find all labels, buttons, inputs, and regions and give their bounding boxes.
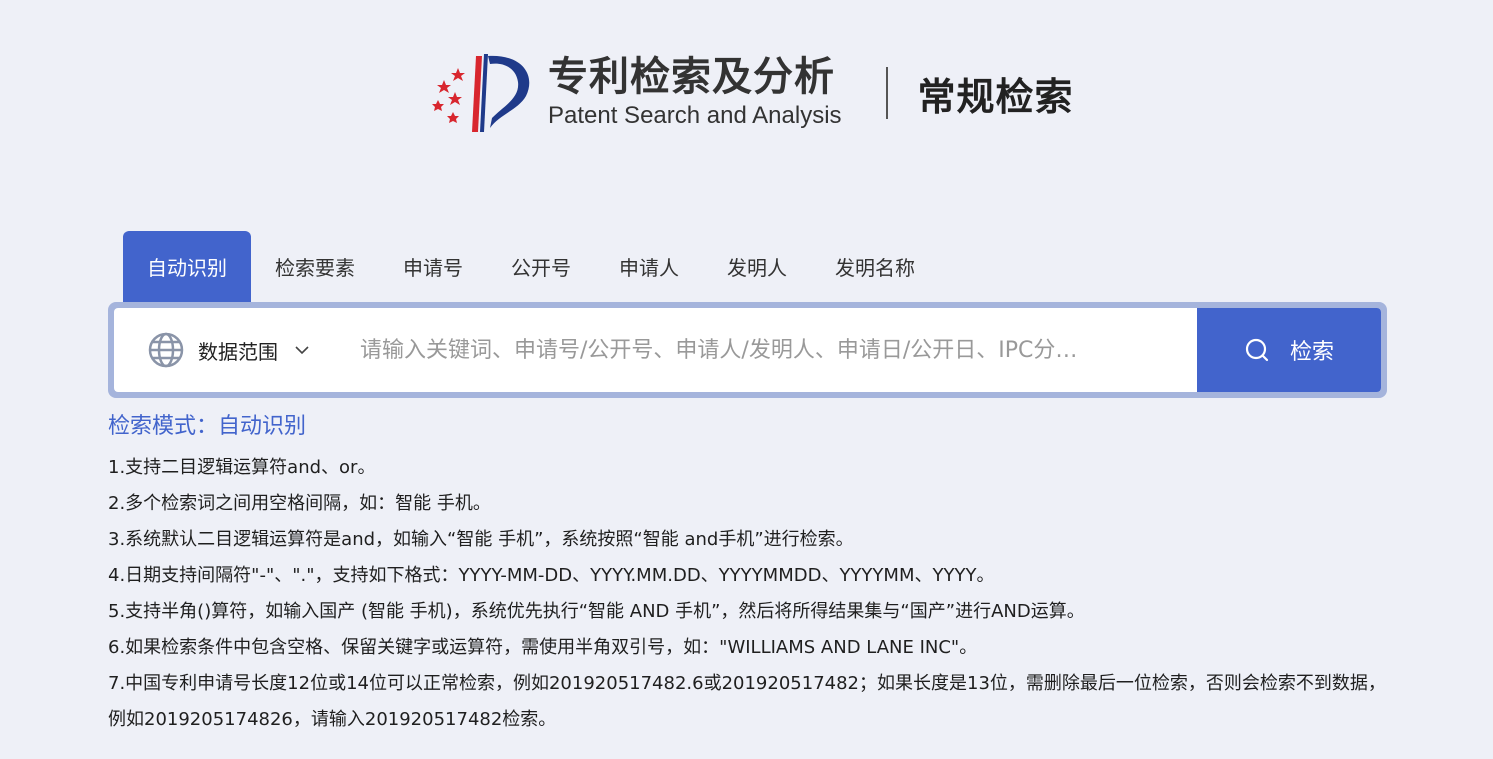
tab-applicant[interactable]: 申请人 <box>595 231 703 302</box>
tab-invention-title[interactable]: 发明名称 <box>811 231 939 302</box>
globe-icon <box>148 332 184 368</box>
help-item: 7.中国专利申请号长度12位或14位可以正常检索，例如201920517482.… <box>108 673 1386 730</box>
tab-application-number[interactable]: 申请号 <box>379 231 487 302</box>
patent-logo <box>428 48 534 138</box>
help-item: 1.支持二目逻辑运算符and、or。 <box>108 457 376 478</box>
header: 专利检索及分析 Patent Search and Analysis 常规检索 <box>428 48 1074 138</box>
tab-auto-recognize[interactable]: 自动识别 <box>123 231 251 302</box>
search-button-label: 检索 <box>1289 340 1334 365</box>
help-item: 5.支持半角()算符，如输入国产 (智能 手机)，系统优先执行“智能 AND 手… <box>108 601 1085 622</box>
search-mode-text: 检索模式：自动识别 <box>108 414 307 439</box>
search-bar: 数据范围 检索 <box>108 302 1387 398</box>
data-scope-label: 数据范围 <box>198 339 278 364</box>
tab-inventor[interactable]: 发明人 <box>703 231 811 302</box>
help-item: 6.如果检索条件中包含空格、保留关键字或运算符，需使用半角双引号，如："WILL… <box>108 637 978 658</box>
help-item: 2.多个检索词之间用空格间隔，如：智能 手机。 <box>108 493 491 514</box>
header-divider <box>885 67 888 119</box>
search-type-tabs: 自动识别 检索要素 申请号 公开号 申请人 发明人 发明名称 <box>123 231 939 302</box>
search-bar-inner: 数据范围 检索 <box>114 308 1381 392</box>
brand-cn: 专利检索及分析 <box>548 54 835 100</box>
help-list: 1.支持二目逻辑运算符and、or。 2.多个检索词之间用空格间隔，如：智能 手… <box>108 450 1388 738</box>
page-title: 常规检索 <box>917 74 1074 119</box>
brand: 专利检索及分析 Patent Search and Analysis <box>548 55 842 131</box>
tab-publication-number[interactable]: 公开号 <box>487 231 595 302</box>
data-scope-dropdown[interactable]: 数据范围 <box>114 308 342 392</box>
search-icon <box>1245 338 1269 362</box>
search-button[interactable]: 检索 <box>1197 308 1381 392</box>
brand-en: Patent Search and Analysis <box>548 102 842 129</box>
patent-logo-icon <box>432 54 530 132</box>
tab-search-elements[interactable]: 检索要素 <box>251 231 379 302</box>
chevron-down-icon <box>295 346 309 355</box>
help-item: 3.系统默认二目逻辑运算符是and，如输入“智能 手机”，系统按照“智能 and… <box>108 529 854 550</box>
help-item: 4.日期支持间隔符"-"、"."，支持如下格式：YYYY-MM-DD、YYYY.… <box>108 565 995 586</box>
search-input[interactable] <box>342 308 1197 392</box>
